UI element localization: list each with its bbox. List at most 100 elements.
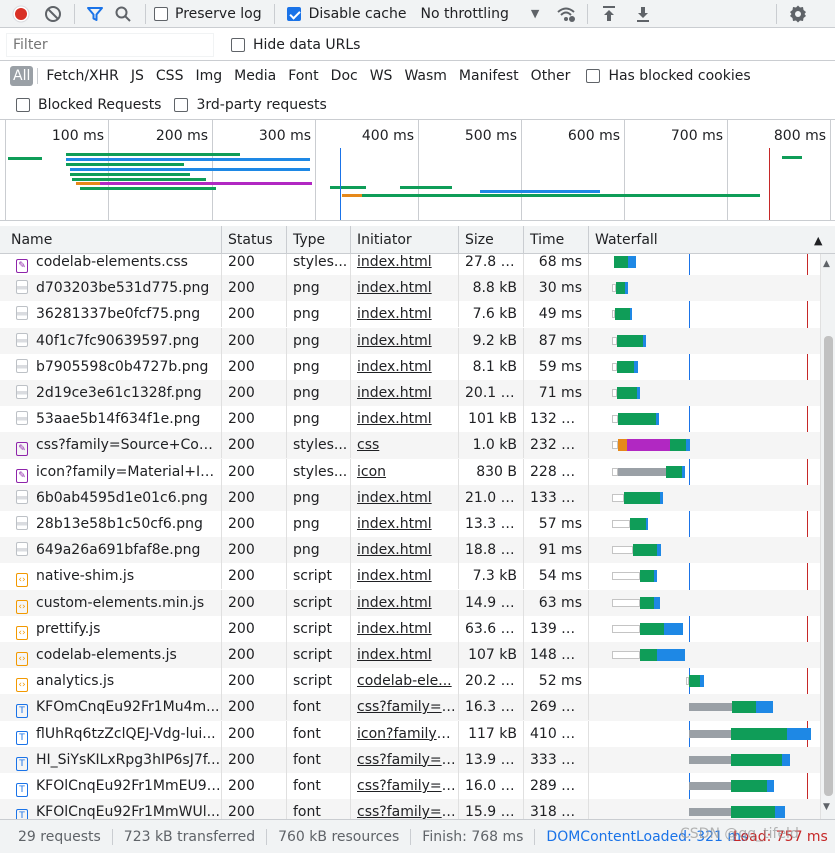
initiator-link[interactable]: index.html <box>357 385 432 401</box>
waterfall-cell[interactable] <box>589 537 820 563</box>
network-overview-timeline[interactable]: 100 ms 200 ms 300 ms 400 ms 500 ms 600 m… <box>0 120 835 221</box>
request-name[interactable]: 6b0ab4595d1e01c6.png <box>36 490 208 506</box>
third-party-label[interactable]: 3rd-party requests <box>196 97 326 113</box>
waterfall-cell[interactable] <box>589 668 820 694</box>
cell-initiator[interactable]: css?family=S... <box>351 773 459 799</box>
cell-initiator[interactable]: index.html <box>351 589 459 616</box>
column-header-name[interactable]: Name <box>0 226 222 254</box>
cell-initiator[interactable]: index.html <box>351 254 459 275</box>
table-row[interactable]: ✎ icon?family=Material+Ic... 200 styles... i… <box>0 458 820 485</box>
initiator-link[interactable]: index.html <box>357 490 432 506</box>
record-icon[interactable] <box>8 1 34 27</box>
request-name[interactable]: b7905598c0b4727b.png <box>36 359 208 375</box>
initiator-link[interactable]: css?family=S... <box>357 699 458 715</box>
blocked-cookies-checkbox[interactable] <box>586 69 601 83</box>
initiator-link[interactable]: css?family=S... <box>357 804 458 819</box>
table-row[interactable]: ‹› native-shim.js 200 script index.html 7.3 k… <box>0 563 820 590</box>
request-name[interactable]: codelab-elements.css <box>36 254 188 270</box>
table-row[interactable]: 6b0ab4595d1e01c6.png 200 png index.html 21.0… <box>0 484 820 511</box>
type-filter-all[interactable]: All <box>10 66 34 86</box>
initiator-link[interactable]: index.html <box>357 542 432 558</box>
table-row[interactable]: ✎ codelab-elements.css 200 styles... index.h… <box>0 254 820 275</box>
cell-initiator[interactable]: index.html <box>351 484 459 511</box>
cell-initiator[interactable]: index.html <box>351 537 459 564</box>
waterfall-cell[interactable] <box>589 485 820 511</box>
request-name[interactable]: 36281337be0fcf75.png <box>36 306 200 322</box>
scroll-up-icon[interactable]: ▲ <box>823 259 830 269</box>
table-row[interactable]: 40f1c7fc90639597.png 200 png index.html 9.2 … <box>0 327 820 354</box>
column-header-type[interactable]: Type <box>287 226 351 254</box>
table-row[interactable]: TflUhRq6tzZclQEJ-Vdg-lui... 200 font icon?f… <box>0 720 820 747</box>
hide-data-urls-label[interactable]: Hide data URLs <box>253 37 360 53</box>
request-name[interactable]: HI_SiYsKILxRpg3hIP6sJ7f... <box>36 752 220 768</box>
waterfall-cell[interactable] <box>589 406 820 432</box>
request-name[interactable]: analytics.js <box>36 673 114 689</box>
waterfall-cell[interactable] <box>589 254 820 275</box>
initiator-link[interactable]: css?family=S... <box>357 752 458 768</box>
table-row[interactable]: ‹› prettify.js 200 script index.html 63.6 kB 1… <box>0 615 820 642</box>
initiator-link[interactable]: css <box>357 437 379 453</box>
type-filter-manifest[interactable]: Manifest <box>456 66 522 86</box>
waterfall-cell[interactable] <box>589 511 820 537</box>
settings-gear-icon[interactable] <box>785 1 811 27</box>
search-icon[interactable] <box>109 1 137 27</box>
request-name[interactable]: custom-elements.min.js <box>36 595 204 611</box>
table-row[interactable]: 53aae5b14f634f1e.png 200 png index.html 101 … <box>0 406 820 433</box>
waterfall-cell[interactable] <box>589 328 820 354</box>
waterfall-cell[interactable] <box>589 275 820 301</box>
waterfall-cell[interactable] <box>589 694 820 720</box>
network-conditions-icon[interactable] <box>553 1 579 27</box>
import-har-icon[interactable] <box>596 1 622 27</box>
table-row[interactable]: 2d19ce3e61c1328f.png 200 png index.html 20.1… <box>0 380 820 407</box>
waterfall-cell[interactable] <box>589 616 820 642</box>
filter-input[interactable] <box>6 32 214 57</box>
waterfall-cell[interactable] <box>589 563 820 589</box>
request-name[interactable]: 649a26a691bfaf8e.png <box>36 542 200 558</box>
request-name[interactable]: icon?family=Material+Ic... <box>36 464 221 480</box>
initiator-link[interactable]: codelab-ele... <box>357 673 452 689</box>
preserve-log-label[interactable]: Preserve log <box>175 6 262 22</box>
type-filter-doc[interactable]: Doc <box>328 66 361 86</box>
type-filter-img[interactable]: Img <box>192 66 225 86</box>
hide-data-urls-checkbox[interactable] <box>231 37 245 52</box>
table-row[interactable]: T KFOlCnqEu92Fr1MmWUl... 200 font css?family… <box>0 799 820 819</box>
preserve-log-checkbox[interactable] <box>154 6 168 21</box>
request-name[interactable]: 28b13e58b1c50cf6.png <box>36 516 203 532</box>
column-header-waterfall[interactable]: Waterfall <box>589 226 820 254</box>
type-filter-ws[interactable]: WS <box>367 66 396 86</box>
request-name[interactable]: KFOlCnqEu92Fr1MmWUl... <box>36 804 220 819</box>
waterfall-cell[interactable] <box>589 380 820 406</box>
initiator-link[interactable]: index.html <box>357 595 432 611</box>
type-filter-other[interactable]: Other <box>528 66 574 86</box>
blocked-requests-checkbox[interactable] <box>16 98 30 112</box>
waterfall-cell[interactable] <box>589 721 820 747</box>
request-name[interactable]: flUhRq6tzZclQEJ-Vdg-lui... <box>36 726 216 742</box>
waterfall-cell[interactable] <box>589 747 820 773</box>
table-row[interactable]: ‹› analytics.js 200 script codelab-ele... 20.… <box>0 668 820 695</box>
initiator-link[interactable]: icon <box>357 464 386 480</box>
cell-initiator[interactable]: index.html <box>351 563 459 590</box>
request-name[interactable]: codelab-elements.js <box>36 647 177 663</box>
waterfall-cell[interactable] <box>589 432 820 458</box>
type-filter-font[interactable]: Font <box>285 66 321 86</box>
cell-initiator[interactable]: css?family=S... <box>351 799 459 819</box>
request-name[interactable]: css?family=Source+Code... <box>36 437 221 453</box>
table-row[interactable]: d703203be531d775.png 200 png index.html 8.8 … <box>0 275 820 302</box>
initiator-link[interactable]: css?family=S... <box>357 778 458 794</box>
disable-cache-checkbox[interactable] <box>286 6 301 21</box>
chevron-down-icon[interactable]: ▼ <box>531 7 539 20</box>
table-row[interactable]: b7905598c0b4727b.png 200 png index.html 8.1 … <box>0 353 820 380</box>
cell-initiator[interactable]: index.html <box>351 327 459 354</box>
cell-initiator[interactable]: css?family=S... <box>351 746 459 773</box>
export-har-icon[interactable] <box>630 1 656 27</box>
table-row[interactable]: 28b13e58b1c50cf6.png 200 png index.html 13.3… <box>0 511 820 537</box>
cell-initiator[interactable]: icon <box>351 458 459 485</box>
type-filter-js[interactable]: JS <box>128 66 147 86</box>
waterfall-cell[interactable] <box>589 642 820 668</box>
table-row[interactable]: T HI_SiYsKILxRpg3hIP6sJ7f... 200 font css?fa… <box>0 746 820 773</box>
request-name[interactable]: KFOlCnqEu92Fr1MmEU9f... <box>36 778 221 794</box>
cell-initiator[interactable]: index.html <box>351 275 459 302</box>
table-row[interactable]: ‹› codelab-elements.js 200 script index.html… <box>0 642 820 669</box>
table-row[interactable]: 36281337be0fcf75.png 200 png index.html 7.6 … <box>0 301 820 328</box>
initiator-link[interactable]: index.html <box>357 411 432 427</box>
